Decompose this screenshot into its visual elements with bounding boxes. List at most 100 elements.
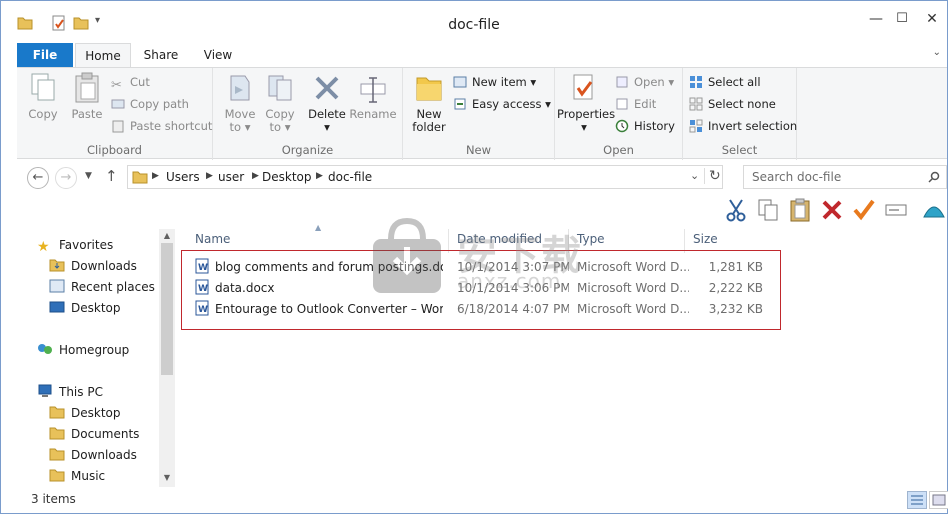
nav-pane-scrollbar[interactable]: ▲ ▼ <box>159 229 175 487</box>
tab-file[interactable]: File <box>17 43 73 67</box>
scrollbar-thumb[interactable] <box>161 243 173 375</box>
tab-home[interactable]: Home <box>75 43 131 67</box>
properties-button[interactable]: Properties ▾ <box>557 72 615 134</box>
nav-desktop[interactable]: Desktop <box>49 298 121 318</box>
invert-selection-button[interactable]: Invert selection <box>689 116 797 136</box>
history-icon <box>615 119 629 133</box>
details-view-icon <box>911 495 923 505</box>
breadcrumb-separator-icon: ▶ <box>252 171 259 181</box>
clipboard-group-label: Clipboard <box>87 143 142 157</box>
address-bar[interactable]: ▶ Users ▶ user ▶ Desktop ▶ doc-file ⌄ ↻ <box>127 165 723 189</box>
recent-places-icon <box>49 279 65 293</box>
new-group: New folder New item ▾ Easy access ▾ New <box>403 68 555 160</box>
copy-to-button[interactable]: Copy to ▾ <box>261 72 299 134</box>
item-count: 3 items <box>31 492 76 506</box>
history-button[interactable]: History <box>615 116 675 136</box>
nav-recent-places[interactable]: Recent places <box>49 277 155 297</box>
ribbon: Copy Paste ✂ Cut Copy path Paste shortcut… <box>17 67 947 160</box>
open-icon <box>616 76 628 88</box>
svg-text:W: W <box>198 284 208 294</box>
delete-button[interactable]: Delete ▾ <box>307 72 347 134</box>
invert-selection-icon <box>689 119 703 133</box>
up-arrow-icon[interactable]: ↑ <box>105 167 118 185</box>
edit-button[interactable]: Edit <box>615 94 656 114</box>
select-all-button[interactable]: Select all <box>689 72 761 92</box>
tab-share[interactable]: Share <box>137 43 185 67</box>
ribbon-collapse-icon[interactable]: ⌄ <box>933 47 941 58</box>
select-none-button[interactable]: Select none <box>689 94 776 114</box>
ribbon-tabs: File Home Share View ⌄ <box>17 43 947 67</box>
large-icons-view-button[interactable] <box>929 491 948 509</box>
breadcrumb-desktop[interactable]: Desktop <box>262 170 312 184</box>
word-document-icon: W <box>195 279 209 295</box>
organize-group: Move to ▾ Copy to ▾ Delete ▾ Rename Organiz… <box>213 68 403 160</box>
easy-access-button[interactable]: Easy access ▾ <box>453 94 551 114</box>
scroll-down-icon[interactable]: ▼ <box>161 473 173 485</box>
file-type-cell: Microsoft Word D... <box>577 260 689 274</box>
nav-pc-downloads[interactable]: Downloads <box>49 445 137 465</box>
shell-icon[interactable] <box>921 197 947 223</box>
music-folder-icon <box>49 469 65 482</box>
column-header-type[interactable]: Type <box>569 229 685 253</box>
checkmark-icon[interactable] <box>851 197 877 223</box>
paste-icon[interactable] <box>787 197 813 223</box>
computer-icon <box>38 384 52 397</box>
paste-shortcut-button[interactable]: Paste shortcut <box>111 116 212 136</box>
details-view-button[interactable] <box>907 491 927 509</box>
breadcrumb-separator-icon: ▶ <box>316 171 323 181</box>
large-icons-view-icon <box>932 494 946 506</box>
copy-icon[interactable] <box>755 197 781 223</box>
nav-downloads[interactable]: Downloads <box>49 256 137 276</box>
new-group-label: New <box>465 143 492 157</box>
open-button[interactable]: Open ▾ <box>615 72 674 92</box>
copy-button[interactable]: Copy <box>23 72 63 121</box>
chevron-down-icon[interactable]: ⌄ <box>690 169 699 182</box>
new-item-button[interactable]: New item ▾ <box>453 72 536 92</box>
folder-icon <box>132 171 148 184</box>
maximize-button[interactable]: ☐ <box>889 11 915 31</box>
back-button[interactable]: ← <box>27 167 49 189</box>
search-icon[interactable] <box>928 171 940 183</box>
svg-text:W: W <box>198 263 208 273</box>
word-document-icon: W <box>195 300 209 316</box>
copy-to-icon <box>268 75 292 101</box>
select-group: Select all Select none Invert selection … <box>683 68 797 160</box>
nav-favorites[interactable]: ★ Favorites <box>37 235 113 255</box>
scroll-up-icon[interactable]: ▲ <box>161 231 173 243</box>
minimize-button[interactable]: — <box>863 11 889 31</box>
status-bar: 3 items <box>17 489 948 511</box>
scissors-icon[interactable] <box>723 197 749 223</box>
refresh-icon[interactable]: ↻ <box>704 168 721 184</box>
search-input[interactable]: Search doc-file <box>752 170 841 184</box>
delete-icon[interactable] <box>819 197 845 223</box>
rename-icon[interactable] <box>883 197 909 223</box>
breadcrumb-user[interactable]: user <box>218 170 244 184</box>
watermark-subtext: anxz.com <box>457 269 562 293</box>
search-box[interactable]: Search doc-file <box>743 165 947 189</box>
nav-pc-desktop[interactable]: Desktop <box>49 403 121 423</box>
column-header-size[interactable]: Size <box>685 229 765 253</box>
nav-pc-music[interactable]: Music <box>49 466 105 486</box>
copy-icon <box>31 73 55 101</box>
paste-button[interactable]: Paste <box>67 72 107 121</box>
nav-this-pc[interactable]: This PC <box>37 382 103 402</box>
tab-view[interactable]: View <box>195 43 241 67</box>
move-to-button[interactable]: Move to ▾ <box>221 72 259 134</box>
cut-button[interactable]: ✂ Cut <box>111 72 150 93</box>
breadcrumb-users[interactable]: Users <box>166 170 200 184</box>
forward-button[interactable]: → <box>55 167 77 189</box>
word-document-icon: W <box>195 258 209 274</box>
recent-locations-icon[interactable]: ▼ <box>85 171 92 181</box>
file-row[interactable]: WEntourage to Outlook Converter – Worth … <box>187 299 777 320</box>
navigation-pane: ★ Favorites Downloads Recent places Deskt… <box>17 229 175 487</box>
close-button[interactable]: ✕ <box>919 11 945 31</box>
copy-path-button[interactable]: Copy path <box>111 94 189 114</box>
rename-button[interactable]: Rename <box>349 72 397 121</box>
nav-homegroup[interactable]: Homegroup <box>37 340 129 360</box>
file-size-cell: 3,232 KB <box>708 302 763 316</box>
new-folder-button[interactable]: New folder <box>409 72 449 134</box>
nav-pc-documents[interactable]: Documents <box>49 424 139 444</box>
file-size-cell: 2,222 KB <box>708 281 763 295</box>
custom-toolbar <box>17 195 947 225</box>
breadcrumb-doc-file[interactable]: doc-file <box>328 170 372 184</box>
